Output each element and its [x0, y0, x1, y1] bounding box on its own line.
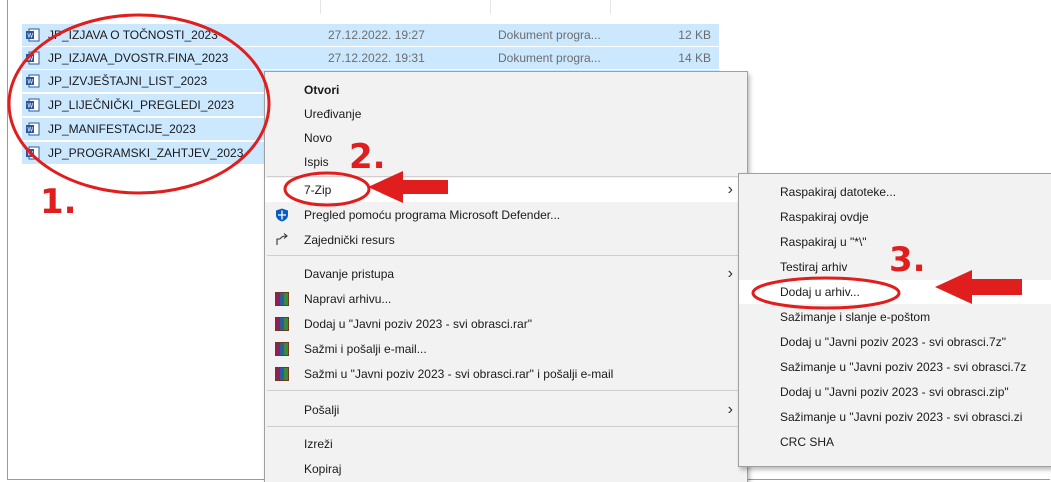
file-name: JP_LIJEČNIČKI_PREGLEDI_2023	[48, 98, 235, 112]
menu-item-defender[interactable]: Pregled pomoću programa Microsoft Defend…	[265, 203, 747, 227]
menu-item-7zip[interactable]: 7-Zip ›	[265, 178, 747, 202]
svg-text:W: W	[27, 127, 33, 134]
chevron-right-icon: ›	[727, 265, 733, 282]
word-doc-icon: W	[26, 98, 40, 112]
column-divider[interactable]	[490, 0, 491, 14]
menu-item-open[interactable]: Otvori	[265, 78, 747, 102]
sevenzip-submenu: Raspakiraj datoteke... Raspakiraj ovdje …	[738, 173, 1051, 467]
winrar-icon	[275, 317, 289, 331]
file-row[interactable]: W JP_IZJAVA O TOČNOSTI_2023 27.12.2022. …	[22, 24, 719, 46]
file-name: JP_PROGRAMSKI_ZAHTJEV_2023	[48, 146, 244, 160]
word-doc-icon: W	[26, 51, 40, 65]
submenu-item[interactable]: Raspakiraj datoteke...	[739, 180, 1051, 204]
file-name: JP_IZVJEŠTAJNI_LIST_2023	[48, 74, 208, 88]
svg-text:W: W	[27, 79, 33, 86]
menu-item-make-archive[interactable]: Napravi arhivu...	[265, 287, 747, 311]
submenu-item[interactable]: Sažimanje i slanje e-poštom	[739, 305, 1051, 329]
menu-item-share[interactable]: Zajednički resurs	[265, 228, 747, 252]
word-doc-icon: W	[26, 146, 40, 160]
menu-item-print[interactable]: Ispis	[265, 150, 747, 174]
menu-item-add-rar[interactable]: Dodaj u "Javni poziv 2023 - svi obrasci.…	[265, 312, 747, 336]
menu-item-compress-email[interactable]: Sažmi i pošalji e-mail...	[265, 337, 747, 361]
menu-separator	[267, 390, 745, 391]
context-menu: Otvori Uređivanje Novo Ispis 7-Zip › Preg…	[264, 71, 748, 482]
submenu-item[interactable]: CRC SHA	[739, 430, 1051, 454]
menu-separator	[267, 426, 745, 427]
word-doc-icon: W	[26, 122, 40, 136]
menu-separator	[267, 176, 745, 177]
menu-item-edit[interactable]: Uređivanje	[265, 102, 747, 126]
file-name: JP_IZJAVA O TOČNOSTI_2023	[48, 28, 218, 42]
file-date: 27.12.2022. 19:27	[328, 28, 425, 42]
menu-item-send-to[interactable]: Pošalji ›	[265, 398, 747, 422]
menu-item-cut[interactable]: Izreži	[265, 432, 747, 456]
submenu-item[interactable]: Raspakiraj ovdje	[739, 205, 1051, 229]
word-doc-icon: W	[26, 74, 40, 88]
annotation-step-2: 2.	[349, 137, 386, 177]
submenu-item[interactable]: Dodaj u "Javni poziv 2023 - svi obrasci.…	[739, 330, 1051, 354]
submenu-item[interactable]: Sažimanje u "Javni poziv 2023 - svi obra…	[739, 405, 1051, 429]
submenu-item[interactable]: Dodaj u "Javni poziv 2023 - svi obrasci.…	[739, 380, 1051, 404]
menu-item-give-access[interactable]: Davanje pristupa ›	[265, 262, 747, 286]
winrar-icon	[275, 292, 289, 306]
winrar-icon	[275, 342, 289, 356]
word-doc-icon: W	[26, 28, 40, 42]
menu-separator	[267, 255, 745, 256]
file-type: Dokument progra...	[498, 51, 601, 65]
column-divider[interactable]	[320, 0, 321, 14]
file-row[interactable]: W JP_IZJAVA_DVOSTR.FINA_2023 27.12.2022.…	[22, 47, 719, 69]
menu-item-new[interactable]: Novo	[265, 126, 747, 150]
menu-item-copy[interactable]: Kopiraj	[265, 457, 747, 481]
file-name: JP_IZJAVA_DVOSTR.FINA_2023	[48, 51, 229, 65]
defender-shield-icon	[276, 208, 288, 222]
file-type: Dokument progra...	[498, 28, 601, 42]
winrar-icon	[275, 367, 289, 381]
chevron-right-icon: ›	[727, 181, 733, 198]
file-date: 27.12.2022. 19:31	[328, 51, 425, 65]
share-icon	[276, 233, 288, 245]
annotation-step-1: 1.	[40, 182, 77, 222]
svg-text:W: W	[27, 33, 33, 40]
svg-text:W: W	[27, 151, 33, 158]
column-divider[interactable]	[610, 0, 611, 14]
file-size: 12 KB	[678, 28, 711, 42]
submenu-item-add-to-archive[interactable]: Dodaj u arhiv...	[739, 280, 1051, 304]
menu-item-compress-rar-email[interactable]: Sažmi u "Javni poziv 2023 - svi obrasci.…	[265, 362, 747, 386]
file-name: JP_MANIFESTACIJE_2023	[48, 122, 196, 136]
chevron-right-icon: ›	[727, 401, 733, 418]
submenu-item[interactable]: Sažimanje u "Javni poziv 2023 - svi obra…	[739, 355, 1051, 379]
file-size: 14 KB	[678, 51, 711, 65]
annotation-step-3: 3.	[889, 240, 926, 280]
svg-text:W: W	[27, 103, 33, 110]
svg-text:W: W	[27, 56, 33, 63]
